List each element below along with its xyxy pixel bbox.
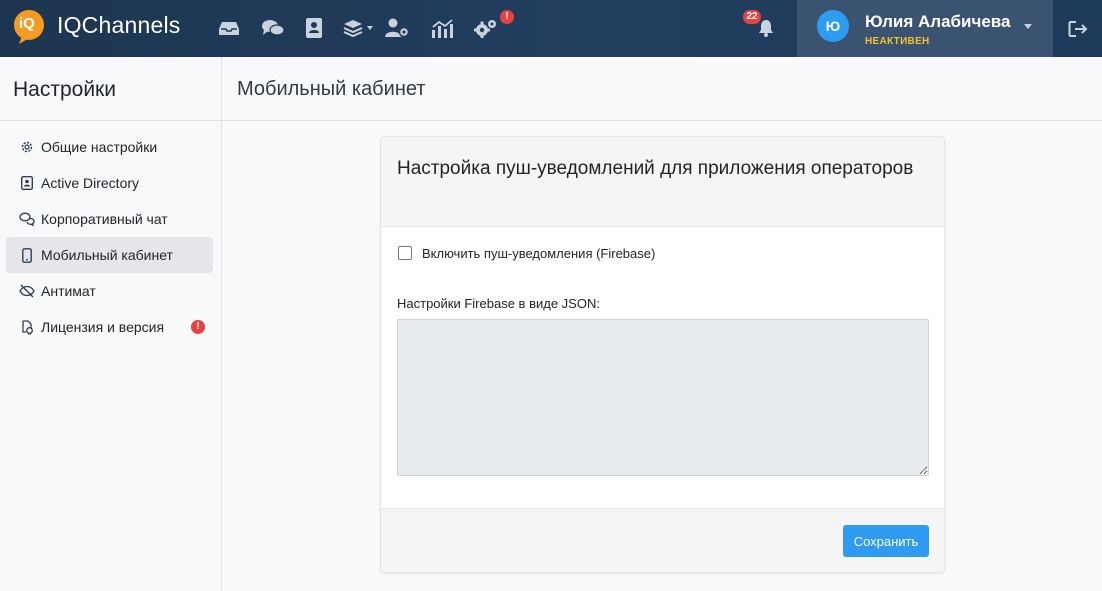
settings-icon[interactable] bbox=[474, 16, 498, 40]
license-icon bbox=[19, 319, 35, 335]
notifications-count-badge: 22 bbox=[743, 10, 761, 24]
page-header: Мобильный кабинет bbox=[222, 57, 1102, 121]
settings-sidebar: Настройки Общие настройки Active Directo… bbox=[0, 57, 222, 591]
sidebar-item-general[interactable]: Общие настройки bbox=[6, 129, 213, 165]
iqchannels-logo-icon[interactable]: iQ bbox=[13, 9, 45, 45]
top-navbar: iQ IQChannels ! 22 Ю Юлия Алабичева НЕАК… bbox=[0, 0, 1102, 57]
contacts-icon[interactable] bbox=[305, 16, 323, 40]
sidebar-item-label: Active Directory bbox=[41, 175, 140, 191]
chevron-down-icon bbox=[1024, 24, 1032, 29]
page-title: Мобильный кабинет bbox=[237, 78, 426, 100]
layers-dropdown-icon[interactable] bbox=[343, 16, 375, 40]
enable-push-label[interactable]: Включить пуш-уведомления (Firebase) bbox=[422, 246, 655, 261]
analytics-icon[interactable] bbox=[430, 16, 454, 40]
users-settings-icon[interactable] bbox=[384, 16, 410, 40]
logout-button[interactable] bbox=[1053, 0, 1102, 57]
card-title: Настройка пуш-уведомлений для приложения… bbox=[397, 158, 914, 179]
gear-icon bbox=[19, 139, 35, 155]
sidebar-item-active-directory[interactable]: Active Directory bbox=[6, 165, 213, 201]
sidebar-title: Настройки bbox=[13, 78, 116, 101]
sidebar-item-label: Мобильный кабинет bbox=[41, 247, 173, 263]
sidebar-item-label: Антимат bbox=[41, 283, 96, 299]
logout-icon bbox=[1068, 20, 1087, 37]
chats-icon[interactable] bbox=[261, 16, 285, 40]
sidebar-item-label: Лицензия и версия bbox=[41, 319, 165, 335]
sidebar-item-license[interactable]: Лицензия и версия ! bbox=[6, 309, 213, 345]
mobile-phone-icon bbox=[19, 247, 35, 263]
firebase-json-label: Настройки Firebase в виде JSON: bbox=[397, 296, 600, 311]
brand-name[interactable]: IQChannels bbox=[57, 12, 180, 39]
eye-slash-icon bbox=[19, 283, 35, 299]
sidebar-item-label: Общие настройки bbox=[41, 139, 158, 155]
save-button[interactable]: Сохранить bbox=[843, 525, 929, 557]
enable-push-checkbox[interactable] bbox=[398, 246, 412, 260]
user-status: НЕАКТИВЕН bbox=[865, 36, 930, 47]
sidebar-item-mobile-cabinet[interactable]: Мобильный кабинет bbox=[6, 237, 213, 273]
push-settings-card: Настройка пуш-уведомлений для приложения… bbox=[380, 136, 945, 573]
avatar: Ю bbox=[817, 10, 849, 42]
chat-bubbles-icon bbox=[19, 211, 35, 227]
user-menu[interactable]: Ю Юлия Алабичева НЕАКТИВЕН bbox=[797, 0, 1053, 57]
sidebar-divider bbox=[0, 120, 221, 121]
license-alert-badge: ! bbox=[191, 320, 205, 334]
card-footer: Сохранить bbox=[381, 508, 944, 572]
sidebar-item-antimat[interactable]: Антимат bbox=[6, 273, 213, 309]
logo-text: iQ bbox=[19, 15, 35, 32]
settings-alert-badge: ! bbox=[500, 10, 514, 24]
sidebar-item-corporate-chat[interactable]: Корпоративный чат bbox=[6, 201, 213, 237]
user-name: Юлия Алабичева bbox=[865, 12, 1011, 31]
firebase-json-textarea[interactable] bbox=[397, 319, 929, 476]
sidebar-item-label: Корпоративный чат bbox=[41, 211, 168, 227]
card-header: Настройка пуш-уведомлений для приложения… bbox=[381, 137, 944, 227]
contact-card-icon bbox=[19, 175, 35, 191]
inbox-icon[interactable] bbox=[218, 16, 240, 40]
